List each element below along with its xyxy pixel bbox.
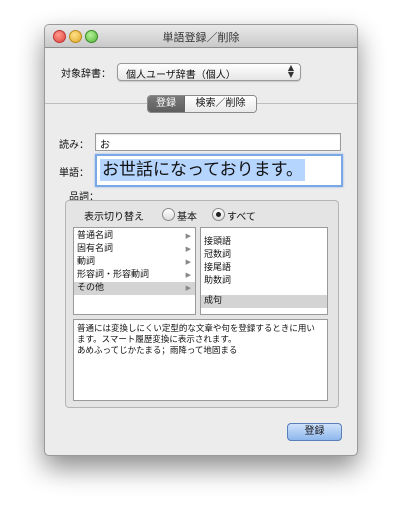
- list-item[interactable]: 冠数詞: [201, 249, 327, 262]
- list-item-label: 固有名詞: [77, 244, 114, 254]
- radio-all-label[interactable]: すべて: [227, 208, 256, 223]
- list-item[interactable]: 固有名詞 ▶: [74, 243, 195, 256]
- chevron-right-icon: ▶: [185, 271, 191, 279]
- yomi-value: お: [100, 140, 110, 151]
- chevron-right-icon: ▶: [185, 258, 191, 266]
- yomi-label: 読み：: [59, 140, 89, 151]
- dictionary-selected-value: 個人ユーザ辞書（個人）: [126, 70, 236, 81]
- tab-search-delete[interactable]: 検索／削除: [185, 96, 256, 112]
- chevron-right-icon: ▶: [185, 232, 191, 240]
- subcategory-list[interactable]: 接頭語 冠数詞 接尾語 助数詞 成句: [200, 227, 328, 315]
- list-item[interactable]: 動詞 ▶: [74, 256, 195, 269]
- category-list[interactable]: 普通名詞 ▶ 固有名詞 ▶ 動詞 ▶ 形容詞・形容動詞 ▶ その他 ▶: [73, 227, 196, 315]
- description-box: 普通には変換しにくい定型的な文章や句を登録するときに用い ます。スマート履歴変換…: [73, 319, 328, 401]
- radio-basic-label[interactable]: 基本: [177, 208, 197, 223]
- mode-tabs: 登録 検索／削除: [147, 95, 257, 113]
- list-item-label: 動詞: [77, 257, 96, 267]
- window-title: 単語登録／削除: [162, 31, 240, 44]
- radio-basic[interactable]: [162, 208, 175, 221]
- hinshi-group: 表示切り替え 基本 すべて 普通名詞 ▶ 固有名詞 ▶ 動詞 ▶ 形容詞・形容動詞 ▶ …: [65, 200, 339, 408]
- chevron-right-icon: ▶: [185, 284, 191, 292]
- description-line: 普通には変換しにくい定型的な文章や句を登録するときに用い: [77, 324, 315, 334]
- yomi-field[interactable]: お: [95, 133, 341, 151]
- list-item[interactable]: 接頭語: [201, 236, 327, 249]
- display-toggle-label: 表示切り替え: [84, 212, 144, 223]
- tab-register[interactable]: 登録: [148, 96, 185, 112]
- tango-value: お世話になっております。: [100, 159, 305, 181]
- radio-all[interactable]: [212, 208, 225, 221]
- list-item[interactable]: 助数詞: [201, 275, 327, 288]
- list-item-label: その他: [77, 283, 105, 293]
- list-item[interactable]: 接尾語: [201, 262, 327, 275]
- tango-field[interactable]: お世話になっております。: [95, 154, 343, 187]
- dictionary-popup[interactable]: 個人ユーザ辞書（個人） ▲ ▼: [117, 63, 301, 81]
- description-line: ます。スマート履歴変換に表示されます。: [77, 335, 237, 345]
- title-bar[interactable]: 単語登録／削除: [45, 25, 357, 48]
- list-item[interactable]: その他 ▶: [74, 282, 195, 295]
- dictionary-label: 対象辞書：: [61, 69, 111, 80]
- description-text: 普通には変換しにくい定型的な文章や句を登録するときに用い ます。スマート履歴変換…: [77, 324, 323, 357]
- description-line: あめふってじかたまる；雨降って地固まる: [77, 346, 238, 356]
- up-down-arrows-icon: ▲ ▼: [287, 63, 294, 79]
- chevron-right-icon: ▶: [185, 245, 191, 253]
- list-item-label: 普通名詞: [77, 231, 114, 241]
- list-item[interactable]: 普通名詞 ▶: [74, 230, 195, 243]
- list-item[interactable]: 成句: [201, 295, 327, 308]
- list-item-label: 形容詞・形容動詞: [77, 270, 150, 280]
- word-registration-window: 単語登録／削除 対象辞書： 個人ユーザ辞書（個人） ▲ ▼ 登録 検索／削除 読み…: [44, 24, 358, 456]
- register-button[interactable]: 登録: [287, 423, 342, 441]
- tango-label: 単語：: [59, 168, 89, 179]
- list-item[interactable]: 形容詞・形容動詞 ▶: [74, 269, 195, 282]
